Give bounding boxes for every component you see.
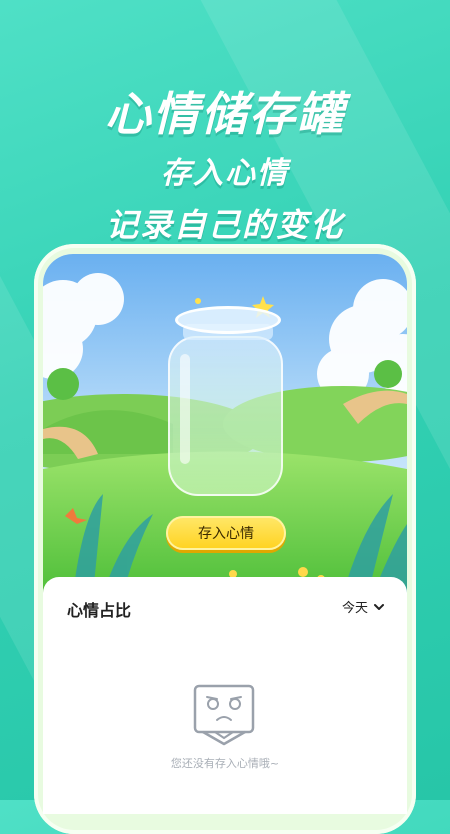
mood-jar-lid	[175, 306, 281, 334]
promo-line-1: 存入心情	[161, 156, 289, 191]
mood-jar-shine	[180, 354, 190, 464]
promo-line-2: 记录自己的变化	[105, 206, 344, 244]
sad-box-icon	[193, 684, 255, 746]
store-mood-button[interactable]: 存入心情	[166, 516, 286, 550]
period-selector[interactable]: 今天	[342, 597, 385, 616]
card-title: 心情占比	[67, 601, 132, 620]
app-screen: 存入心情 心情占比 今天 您还没有存入心情哦~	[43, 254, 407, 814]
period-label: 今天	[341, 601, 368, 616]
promo-title: 心情储存罐	[105, 87, 345, 141]
chevron-down-icon	[374, 603, 384, 610]
empty-state-message: 您还没有存入心情哦~	[170, 757, 280, 770]
mood-ratio-card: 心情占比 今天 您还没有存入心情哦~	[43, 577, 407, 814]
